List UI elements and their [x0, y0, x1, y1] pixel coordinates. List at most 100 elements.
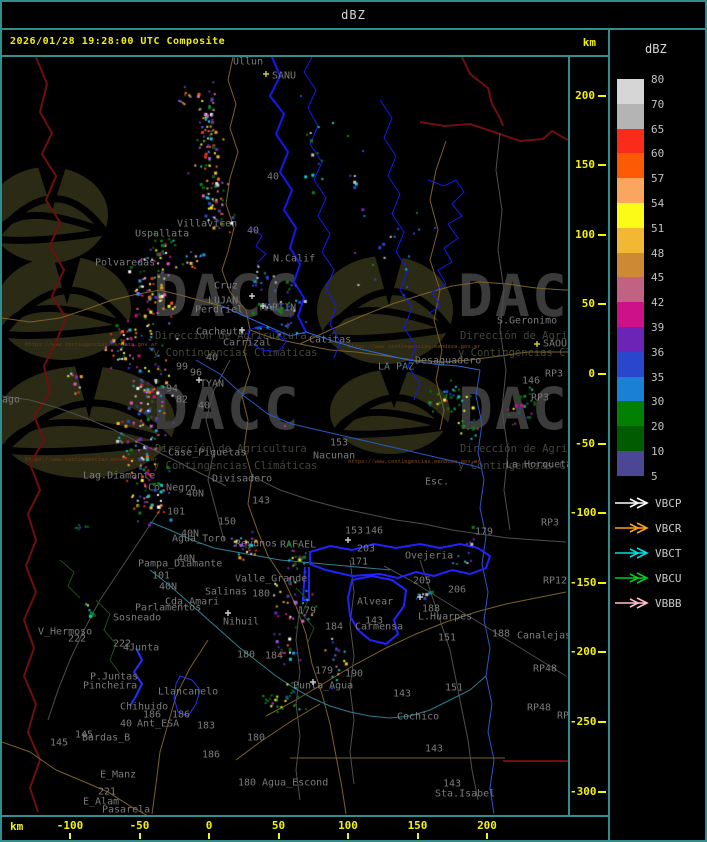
bottom-axis: km -100 -50 0 50 100 150 200: [2, 817, 608, 840]
legend-scale-label: 60: [651, 147, 665, 161]
bottom-axis-unit: km: [10, 820, 24, 833]
right-tick-mark: [598, 164, 606, 167]
legend-scale-label: 70: [651, 97, 665, 111]
right-tick-label: -200: [570, 645, 597, 659]
right-tick-mark: [598, 512, 606, 515]
legend-scale-label: 48: [651, 246, 665, 260]
right-tick-mark: [598, 651, 606, 654]
legend-divider: [608, 30, 610, 842]
right-tick-label: 100: [575, 227, 595, 241]
legend-color-swatch: [617, 203, 644, 228]
legend-color-swatch: [617, 351, 644, 377]
legend-scale-label: 35: [651, 370, 665, 384]
bottom-tick-mark: [347, 833, 349, 839]
right-tick-label: -250: [570, 715, 597, 728]
legend-scale-label: 42: [651, 296, 665, 310]
bottom-tick-label: 50: [271, 819, 286, 832]
legend-arrow-label: VBCR: [655, 522, 682, 535]
legend-color-swatch: [617, 153, 644, 179]
bottom-axis-tick: -100: [46, 817, 94, 840]
right-axis-tick: -250: [570, 715, 608, 729]
bottom-tick-label: 200: [477, 819, 497, 832]
legend-color-swatch: [617, 376, 644, 402]
legend-color-swatch: [617, 178, 644, 203]
right-tick-label: -50: [575, 436, 595, 450]
bottom-axis-tick: 200: [463, 817, 511, 840]
bottom-tick-mark: [208, 833, 210, 839]
right-tick-label: 150: [575, 158, 595, 172]
right-tick-label: -150: [570, 575, 597, 589]
right-tick-mark: [598, 721, 606, 723]
bottom-tick-label: 150: [407, 819, 428, 832]
right-axis-tick: 150: [570, 158, 608, 172]
legend-color-swatch: [617, 227, 644, 253]
right-axis-tick: -200: [570, 645, 608, 659]
bottom-axis-tick: -50: [116, 817, 164, 840]
right-axis-tick: -100: [570, 506, 608, 520]
legend-color-swatch: [617, 128, 644, 154]
legend-scale-label: 30: [651, 395, 665, 409]
radar-app-window: dBZ 2026/01/28 19:28:00 UTC Composite km…: [0, 0, 707, 842]
legend-scale-label: 39: [651, 321, 665, 334]
legend-arrows: VBCP VBCR VBCT VBCU VBBB: [615, 497, 682, 610]
legend-color-swatch: [617, 327, 644, 352]
legend-scale-label: 57: [651, 172, 665, 186]
legend-panel: dBZ 80 70 65 60 57 54 51 48 45 42 39 36 35 30 20 10 5 VB…: [611, 30, 705, 840]
legend-arrow-vbcu: VBCU: [615, 572, 682, 585]
right-axis: 200 150 100 50 0 -50 -100 -150 -200 -250 -300: [570, 57, 608, 815]
page-title: dBZ: [341, 8, 366, 22]
right-axis-tick: -300: [570, 785, 608, 799]
legend-arrow-vbct: VBCT: [615, 547, 682, 560]
legend-scale-label: 36: [651, 345, 665, 359]
legend-color-swatch: [617, 302, 644, 327]
bottom-axis-tick: 50: [255, 817, 303, 840]
bottom-tick-label: -50: [129, 819, 150, 832]
right-tick-mark: [598, 581, 606, 584]
right-tick-label: -300: [570, 784, 597, 798]
legend-color-swatch: [617, 103, 644, 129]
bottom-tick-mark: [277, 833, 280, 839]
legend-arrow-vbcp: VBCP: [615, 497, 682, 510]
frame-top: [0, 0, 707, 2]
legend-scale-label: 54: [651, 197, 665, 210]
legend-arrow-label: VBCP: [655, 497, 682, 510]
legend-color-swatch: [617, 252, 644, 278]
bottom-axis-tick: 100: [324, 817, 372, 840]
bottom-tick-label: 0: [205, 819, 213, 832]
legend-color-swatch: [617, 79, 644, 104]
legend-color-swatch: [617, 277, 644, 303]
right-tick-label: 0: [588, 367, 595, 380]
legend-scale-label: 80: [651, 73, 665, 86]
right-tick-label: 200: [575, 88, 595, 102]
info-km-unit: km: [582, 36, 596, 49]
right-axis-tick: -150: [570, 576, 608, 590]
title-bar: dBZ: [0, 0, 707, 28]
frame-left: [0, 0, 2, 842]
bottom-tick-mark: [69, 833, 71, 839]
legend-scale-label: 51: [651, 221, 665, 235]
info-bar: 2026/01/28 19:28:00 UTC Composite km: [2, 30, 608, 55]
legend-arrow-label: VBCU: [655, 572, 682, 585]
bottom-tick-mark: [416, 833, 419, 839]
right-tick-label: -100: [570, 506, 597, 520]
legend-scale-label: 5: [651, 469, 658, 483]
legend-scale-label: 20: [651, 420, 665, 434]
legend-title: dBZ: [645, 42, 667, 56]
bottom-tick-label: 100: [338, 819, 358, 832]
legend-scale-label: 65: [651, 122, 665, 136]
timestamp: 2026/01/28 19:28:00 UTC Composite: [10, 36, 226, 47]
legend-color-swatch: [617, 451, 644, 476]
bottom-axis-tick: 150: [394, 817, 442, 840]
legend-scale-label: 45: [651, 271, 665, 285]
right-tick-mark: [598, 790, 606, 793]
bottom-tick-label: -100: [56, 819, 84, 832]
right-tick-mark: [598, 442, 606, 445]
right-tick-mark: [598, 303, 606, 306]
right-axis-tick: 200: [570, 89, 608, 103]
legend-arrow-vbcr: VBCR: [615, 522, 682, 535]
legend-arrow-label: VBBB: [655, 597, 682, 610]
right-tick-label: 50: [581, 297, 595, 311]
legend-scale-label: 10: [651, 445, 665, 458]
right-axis-tick: -50: [570, 437, 608, 451]
right-tick-mark: [598, 94, 606, 97]
